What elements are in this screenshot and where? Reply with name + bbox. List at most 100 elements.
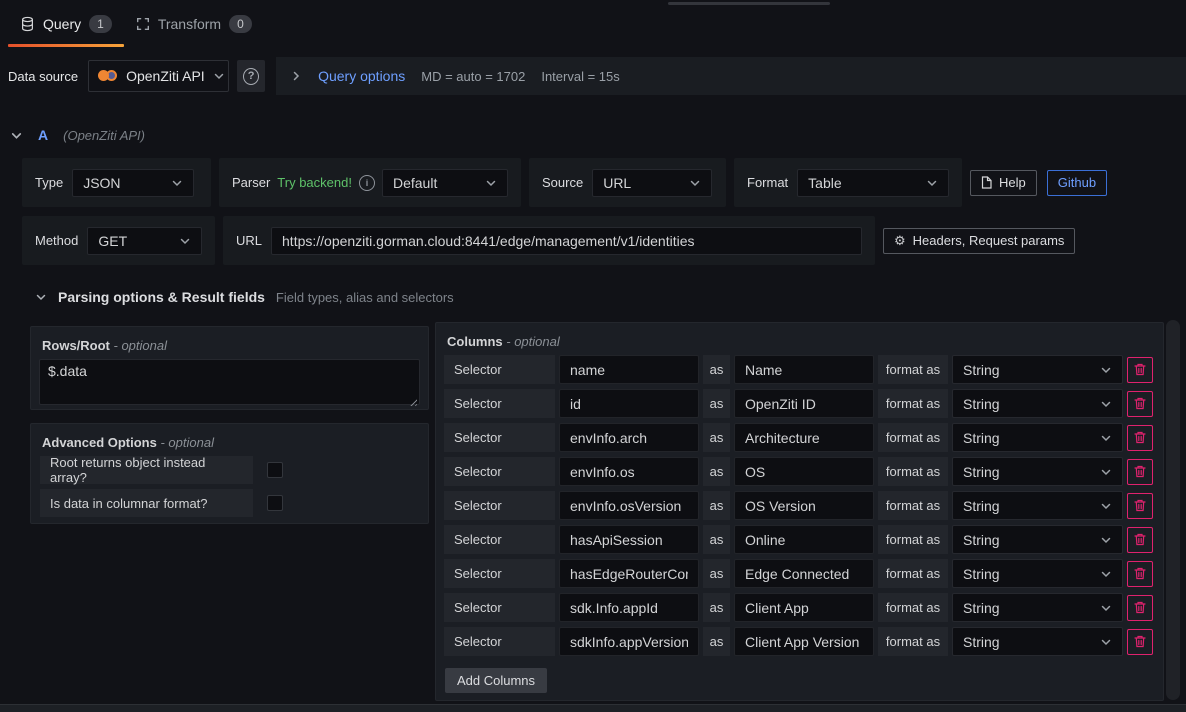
column-format-value: String	[963, 498, 1000, 514]
method-select[interactable]: GET	[87, 227, 202, 255]
delete-column-button[interactable]	[1127, 357, 1153, 383]
columns-optional-hint: - optional	[506, 334, 559, 349]
columns-rows: Selector as format as String Selector as…	[444, 355, 1155, 656]
pane-resize-handle[interactable]	[668, 2, 830, 5]
type-field: Type JSON	[22, 158, 211, 207]
chevron-down-icon	[1100, 466, 1112, 478]
column-selector-input[interactable]	[559, 525, 699, 554]
column-selector-input[interactable]	[559, 457, 699, 486]
rows-root-textarea[interactable]: $.data	[39, 359, 420, 405]
column-row: Selector as format as String	[444, 389, 1155, 418]
column-alias-input[interactable]	[734, 457, 874, 486]
datasource-help-button[interactable]: ?	[237, 60, 265, 92]
column-alias-input[interactable]	[734, 389, 874, 418]
column-format-select[interactable]: String	[952, 355, 1123, 384]
column-format-value: String	[963, 532, 1000, 548]
column-alias-input[interactable]	[734, 593, 874, 622]
datasource-picker[interactable]: OpenZiti API	[88, 60, 229, 92]
tab-transform-count-badge: 0	[229, 15, 252, 33]
column-format-select[interactable]: String	[952, 457, 1123, 486]
advanced-option-row: Is data in columnar format?	[40, 489, 420, 517]
column-alias-input[interactable]	[734, 491, 874, 520]
column-row: Selector as format as String	[444, 423, 1155, 452]
column-selector-input[interactable]	[559, 355, 699, 384]
column-alias-input[interactable]	[734, 423, 874, 452]
source-select[interactable]: URL	[592, 169, 712, 197]
trash-icon	[1134, 499, 1146, 512]
column-format-select[interactable]: String	[952, 593, 1123, 622]
delete-column-button[interactable]	[1127, 391, 1153, 417]
parser-label: Parser	[232, 175, 270, 190]
trash-icon	[1134, 635, 1146, 648]
parser-field: Parser Try backend! i Default	[219, 158, 521, 207]
parsing-options-section-header[interactable]: Parsing options & Result fields Field ty…	[35, 289, 454, 305]
advanced-option-checkbox[interactable]	[267, 462, 283, 478]
tab-query[interactable]: Query 1	[8, 0, 124, 47]
delete-column-button[interactable]	[1127, 459, 1153, 485]
column-format-select[interactable]: String	[952, 627, 1123, 656]
trash-icon	[1134, 601, 1146, 614]
delete-column-button[interactable]	[1127, 595, 1153, 621]
tab-transform[interactable]: Transform 0	[124, 0, 264, 47]
trash-icon	[1134, 533, 1146, 546]
column-format-as-label: format as	[878, 559, 948, 588]
scrollbar[interactable]	[1166, 320, 1180, 700]
type-select[interactable]: JSON	[72, 169, 194, 197]
delete-column-button[interactable]	[1127, 493, 1153, 519]
query-options-bar[interactable]: Query options MD = auto = 1702 Interval …	[276, 57, 1186, 95]
add-columns-button[interactable]: Add Columns	[445, 668, 547, 693]
help-button[interactable]: Help	[970, 170, 1037, 196]
delete-column-button[interactable]	[1127, 561, 1153, 587]
format-select[interactable]: Table	[797, 169, 949, 197]
bottom-pane-divider[interactable]	[0, 704, 1186, 712]
column-selector-input[interactable]	[559, 423, 699, 452]
column-alias-input[interactable]	[734, 559, 874, 588]
parsing-section-title: Parsing options & Result fields	[58, 289, 265, 305]
delete-column-button[interactable]	[1127, 425, 1153, 451]
column-format-select[interactable]: String	[952, 389, 1123, 418]
type-value: JSON	[83, 175, 120, 191]
column-alias-input[interactable]	[734, 355, 874, 384]
rows-root-optional-hint: - optional	[114, 338, 167, 353]
column-selector-input[interactable]	[559, 559, 699, 588]
column-format-as-label: format as	[878, 389, 948, 418]
column-format-select[interactable]: String	[952, 525, 1123, 554]
chevron-down-icon	[1100, 534, 1112, 546]
column-format-select[interactable]: String	[952, 423, 1123, 452]
method-label: Method	[35, 233, 78, 248]
parser-value: Default	[393, 175, 437, 191]
column-format-select[interactable]: String	[952, 559, 1123, 588]
parser-select[interactable]: Default	[382, 169, 508, 197]
column-row: Selector as format as String	[444, 559, 1155, 588]
chevron-down-icon	[1100, 432, 1112, 444]
tab-transform-label: Transform	[158, 16, 221, 32]
chevron-down-icon	[1100, 602, 1112, 614]
column-alias-input[interactable]	[734, 525, 874, 554]
trash-icon	[1134, 567, 1146, 580]
columns-panel: Columns - optional Selector as format as…	[435, 322, 1164, 701]
trash-icon	[1134, 397, 1146, 410]
delete-column-button[interactable]	[1127, 629, 1153, 655]
column-selector-label: Selector	[444, 355, 555, 384]
column-selector-label: Selector	[444, 491, 555, 520]
trash-icon	[1134, 465, 1146, 478]
method-value: GET	[98, 233, 127, 249]
column-selector-input[interactable]	[559, 491, 699, 520]
advanced-options-label: Advanced Options	[42, 435, 157, 450]
chevron-down-icon	[1100, 398, 1112, 410]
column-selector-input[interactable]	[559, 593, 699, 622]
chevron-down-icon	[689, 177, 701, 189]
github-button[interactable]: Github	[1047, 170, 1107, 196]
query-a-header[interactable]: A (OpenZiti API)	[10, 122, 145, 148]
column-alias-input[interactable]	[734, 627, 874, 656]
column-format-value: String	[963, 430, 1000, 446]
delete-column-button[interactable]	[1127, 527, 1153, 553]
collapse-chevron-icon	[35, 291, 47, 303]
column-format-select[interactable]: String	[952, 491, 1123, 520]
url-input[interactable]	[271, 227, 862, 255]
column-as-label: as	[703, 593, 730, 622]
column-selector-input[interactable]	[559, 627, 699, 656]
column-selector-input[interactable]	[559, 389, 699, 418]
headers-request-params-button[interactable]: ⚙ Headers, Request params	[883, 228, 1075, 254]
advanced-option-checkbox[interactable]	[267, 495, 283, 511]
